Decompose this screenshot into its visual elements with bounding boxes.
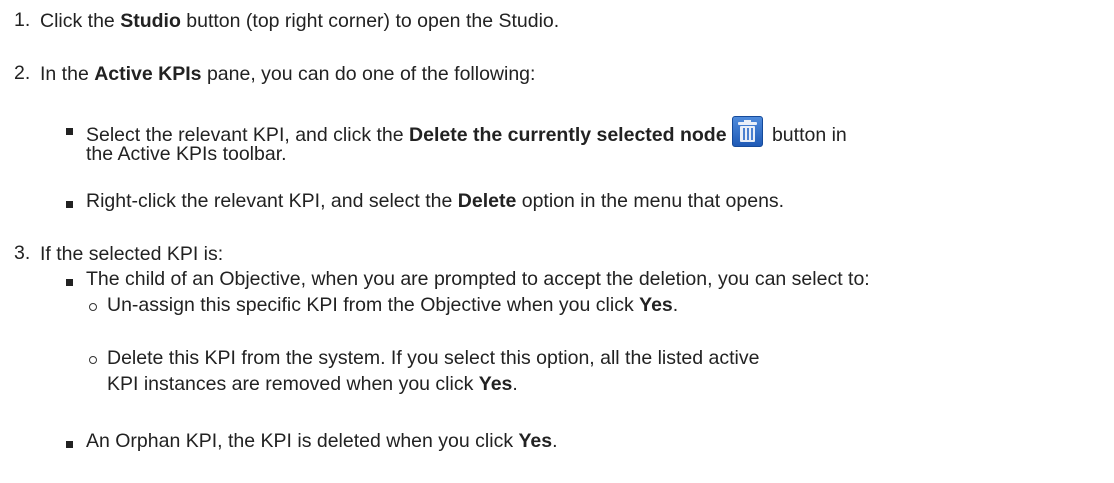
trash-icon — [731, 116, 763, 147]
step-1-text: Click the Studio button (top right corne… — [40, 10, 560, 32]
step-3a-text: The child of an Objective, when you are … — [86, 268, 870, 290]
step-3-number: 3. — [14, 242, 31, 264]
step-2a-continuation: the Active KPIs toolbar. — [86, 143, 287, 165]
bullet-circle-icon — [89, 356, 97, 364]
bullet-circle-icon — [89, 303, 97, 311]
step-3a2-text: Delete this KPI from the system. If you … — [107, 347, 760, 369]
step-3-text: If the selected KPI is: — [40, 243, 224, 265]
yes-label: Yes — [478, 373, 513, 395]
delete-option-label: Delete — [457, 190, 517, 212]
delete-node-label: Delete the currently selected node — [409, 124, 727, 146]
bullet-square-icon — [66, 279, 73, 286]
bullet-square-icon — [66, 128, 73, 135]
bullet-square-icon — [66, 441, 73, 448]
bullet-square-icon — [66, 201, 73, 208]
yes-label: Yes — [518, 430, 553, 452]
procedure-document: 1. Click the Studio button (top right co… — [0, 0, 1114, 483]
active-kpis-label: Active KPIs — [94, 63, 202, 85]
step-3b-text: An Orphan KPI, the KPI is deleted when y… — [86, 430, 558, 452]
step-1-number: 1. — [14, 9, 31, 31]
step-3a2-continuation: KPI instances are removed when you click… — [107, 373, 518, 395]
step-2-number: 2. — [14, 62, 31, 84]
yes-label: Yes — [639, 294, 673, 316]
step-2-text: In the Active KPIs pane, you can do one … — [40, 63, 536, 85]
studio-label: Studio — [120, 10, 181, 32]
step-2b-text: Right-click the relevant KPI, and select… — [86, 190, 785, 212]
step-3a1-text: Un-assign this specific KPI from the Obj… — [107, 294, 679, 316]
